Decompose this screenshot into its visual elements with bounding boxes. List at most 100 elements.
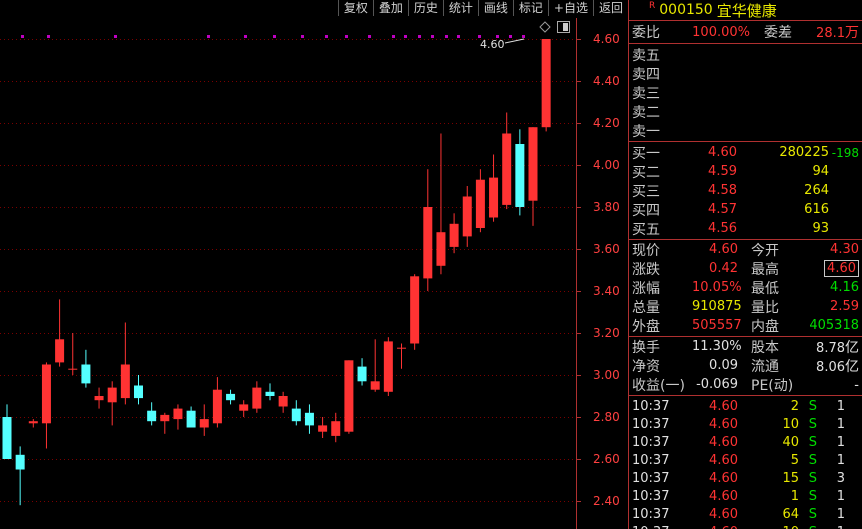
tick-time: 10:37 xyxy=(632,470,670,486)
top-marker xyxy=(431,35,434,38)
stat-label: 涨跌 xyxy=(632,261,660,278)
fundamental-unit: 亿 xyxy=(845,358,859,375)
fundamental-value: 11.30% xyxy=(692,339,742,354)
toolbar-button[interactable]: 标记 xyxy=(512,0,548,16)
candle-body xyxy=(120,364,130,399)
candle-body xyxy=(252,387,262,409)
fundamental-value-group: 8.78亿 xyxy=(816,337,859,357)
ask-list: 卖五 卖四 卖三卖二卖一 xyxy=(629,44,862,142)
toolbar-button[interactable]: 画线 xyxy=(477,0,513,16)
bid-volume: 264 xyxy=(804,183,829,198)
axis-tick-label: 2.40 xyxy=(593,494,620,508)
tick-row: 10:37 4.60 1 S 1 xyxy=(632,487,862,505)
toolbar-button[interactable]: 历史 xyxy=(407,0,443,16)
candle-body xyxy=(226,393,236,401)
bid-row[interactable]: 买五 4.56 93 xyxy=(632,219,862,238)
weicha-value: 28.1 xyxy=(816,26,845,41)
stat-value: 4.60 xyxy=(709,242,738,257)
tick-side: S xyxy=(799,525,817,529)
tick-row: 10:37 4.60 5 S 1 xyxy=(632,451,862,469)
candle-body xyxy=(410,276,420,344)
fundamental-label: 流通 xyxy=(751,358,779,375)
bid-row[interactable]: 买一 4.60 280225 -198 xyxy=(632,143,862,162)
tick-list: 10:37 4.60 2 S 1 10:37 4.60 10 S 1 10:37 4.60 40 S 1 10… xyxy=(629,396,862,529)
tick-side: S xyxy=(808,416,817,432)
ask-row[interactable]: 卖五 xyxy=(632,45,862,64)
stat-label: 内盘 xyxy=(751,318,779,335)
stat-label: 量比 xyxy=(751,299,779,316)
bid-row[interactable]: 买三 4.58 264 xyxy=(632,181,862,200)
candle-body xyxy=(212,389,222,424)
fundamental-label: PE(动) xyxy=(751,377,794,394)
stat-row: 外盘 505557 内盘 405318 xyxy=(632,316,862,335)
top-marker xyxy=(345,35,348,38)
top-marker xyxy=(21,35,24,38)
toolbar-button[interactable]: 复权 xyxy=(337,0,373,16)
tick-count: 1 xyxy=(836,416,845,432)
stock-name[interactable]: 宜华健康 xyxy=(717,0,777,21)
tick-side: S xyxy=(808,434,817,450)
tick-count: 3 xyxy=(836,470,845,486)
axis-tick-label: 3.20 xyxy=(593,326,620,340)
candle-body xyxy=(28,421,38,424)
tick-volume: 10 xyxy=(738,525,799,529)
fundamental-label: 收益(一) xyxy=(632,377,685,394)
candle-body xyxy=(107,387,117,403)
tick-row: 10:37 4.60 40 S 1 xyxy=(632,433,862,451)
stock-code[interactable]: 000150 xyxy=(659,2,712,18)
stat-value: 910875 xyxy=(692,299,742,314)
kline-chart[interactable]: 4.60 4.40 4.20 4.00 3.80 3.60 3.40 3.20 3.00 2.80… xyxy=(0,0,628,529)
tick-side: S xyxy=(808,488,817,504)
toolbar-button[interactable]: +自选 xyxy=(547,0,593,16)
fundamental-value: -0.069 xyxy=(696,377,738,392)
ask-row[interactable]: 卖一 xyxy=(632,121,862,140)
ask-label: 卖二 xyxy=(632,104,660,121)
stat-row: 总量 910875 量比 2.59 xyxy=(632,297,862,316)
candle-body xyxy=(462,196,472,237)
webi-value: 100.00% xyxy=(692,24,750,40)
bid-label: 买五 xyxy=(632,221,660,238)
fundamental-row: 换手 11.30% 股本 8.78亿 xyxy=(632,337,862,356)
candle-body xyxy=(304,412,314,426)
kline-chart-area[interactable]: 4.60 4.40 4.20 4.00 3.80 3.60 3.40 3.20 3.00 2.80… xyxy=(0,0,628,529)
top-marker xyxy=(207,35,210,38)
bid-volume: 616 xyxy=(804,202,829,217)
fundamental-row: 净资 0.09 流通 8.06亿 xyxy=(632,356,862,375)
tick-volume: 5 xyxy=(790,452,799,468)
tick-volume: 15 xyxy=(782,470,799,486)
candle-body xyxy=(383,341,393,392)
candle-body xyxy=(502,133,512,205)
stat-label: 外盘 xyxy=(632,318,660,335)
bid-price: 4.58 xyxy=(708,183,737,198)
stat-row: 涨幅 10.05% 最低 4.16 xyxy=(632,278,862,297)
top-marker xyxy=(418,35,421,38)
fundamental-label: 股本 xyxy=(751,339,779,356)
fundamental-value: - xyxy=(854,377,859,393)
toolbar-button[interactable]: 统计 xyxy=(442,0,478,16)
ask-row[interactable]: 卖三 xyxy=(632,83,862,102)
fundamental-value: 0.09 xyxy=(709,358,738,373)
bid-price: 4.59 xyxy=(708,164,737,179)
bid-label: 买三 xyxy=(632,183,660,200)
candle-body xyxy=(291,408,301,422)
candle-body xyxy=(160,414,170,422)
toolbar-button[interactable]: 叠加 xyxy=(372,0,408,16)
weicha-unit: 万 xyxy=(845,25,859,41)
tick-count: 1 xyxy=(836,452,845,468)
toolbar-button[interactable]: 返回 xyxy=(592,0,628,16)
bid-row[interactable]: 买四 4.57 616 xyxy=(632,200,862,219)
bid-volume: 94 xyxy=(812,164,829,179)
candle-body xyxy=(436,232,446,266)
tick-price: 4.60 xyxy=(709,488,738,504)
candle-body xyxy=(370,381,380,390)
ask-row[interactable]: 卖四 xyxy=(632,64,862,83)
bid-row[interactable]: 买二 4.59 94 xyxy=(632,162,862,181)
ask-label: 卖一 xyxy=(632,123,660,140)
tick-row: 10:37 4.60 64 S 1 xyxy=(632,505,862,523)
axis-tick-label: 3.60 xyxy=(593,242,620,256)
tick-side: S xyxy=(808,470,817,486)
stat-label: 今开 xyxy=(751,242,779,259)
tick-volume: 10 xyxy=(782,416,799,432)
ask-row[interactable]: 卖二 xyxy=(632,102,862,121)
axis-tick-label: 3.80 xyxy=(593,200,620,214)
